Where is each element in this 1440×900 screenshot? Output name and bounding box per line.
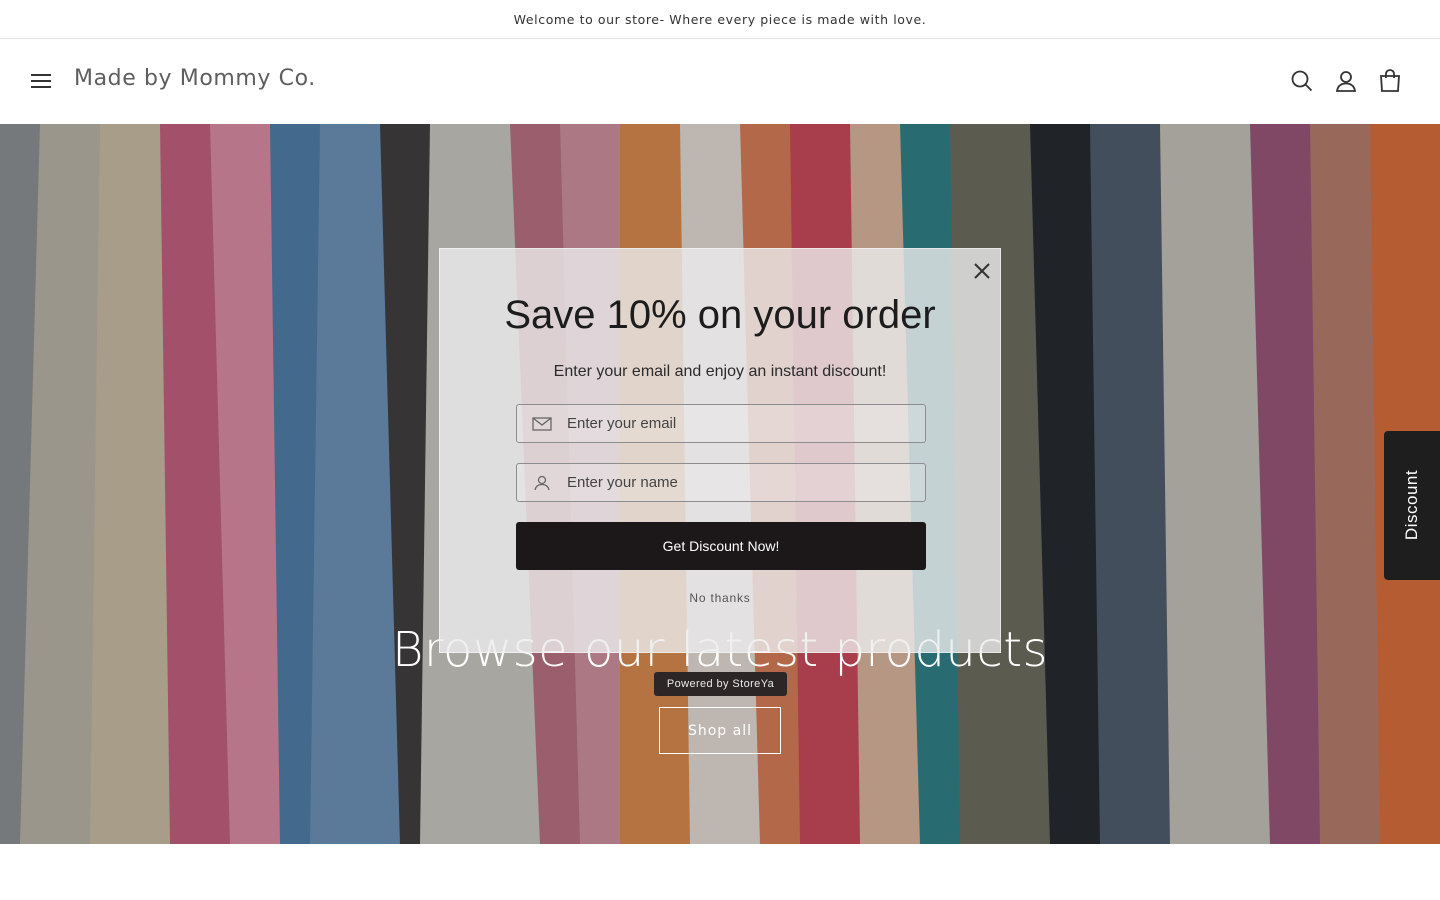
announcement-bar: Welcome to our store- Where every piece … xyxy=(0,0,1440,39)
email-field[interactable] xyxy=(516,404,926,443)
site-header: Made by Mommy Co. xyxy=(0,39,1440,124)
store-logo[interactable]: Made by Mommy Co. xyxy=(74,66,316,91)
menu-icon[interactable] xyxy=(30,70,54,92)
user-icon xyxy=(517,475,567,491)
get-discount-button[interactable]: Get Discount Now! xyxy=(516,522,926,570)
discount-tab-label: Discount xyxy=(1402,469,1421,541)
email-input[interactable] xyxy=(567,415,907,432)
account-icon[interactable] xyxy=(1333,68,1359,94)
discount-side-tab[interactable]: Discount xyxy=(1384,431,1440,580)
search-icon[interactable] xyxy=(1289,68,1315,94)
shop-all-button[interactable]: Shop all xyxy=(659,707,781,754)
name-input[interactable] xyxy=(567,474,907,491)
no-thanks-link[interactable]: No thanks xyxy=(440,591,1000,605)
name-field[interactable] xyxy=(516,463,926,502)
powered-by-badge[interactable]: Powered by StoreYa xyxy=(654,672,787,696)
announcement-text: Welcome to our store- Where every piece … xyxy=(513,11,927,27)
popup-title: Save 10% on your order xyxy=(504,293,936,337)
popup-subtitle: Enter your email and enjoy an instant di… xyxy=(553,363,887,380)
envelope-icon xyxy=(517,416,567,432)
discount-popup: Save 10% on your order Enter your email … xyxy=(439,248,1001,653)
cart-icon[interactable] xyxy=(1377,68,1403,94)
close-icon[interactable] xyxy=(970,259,994,283)
